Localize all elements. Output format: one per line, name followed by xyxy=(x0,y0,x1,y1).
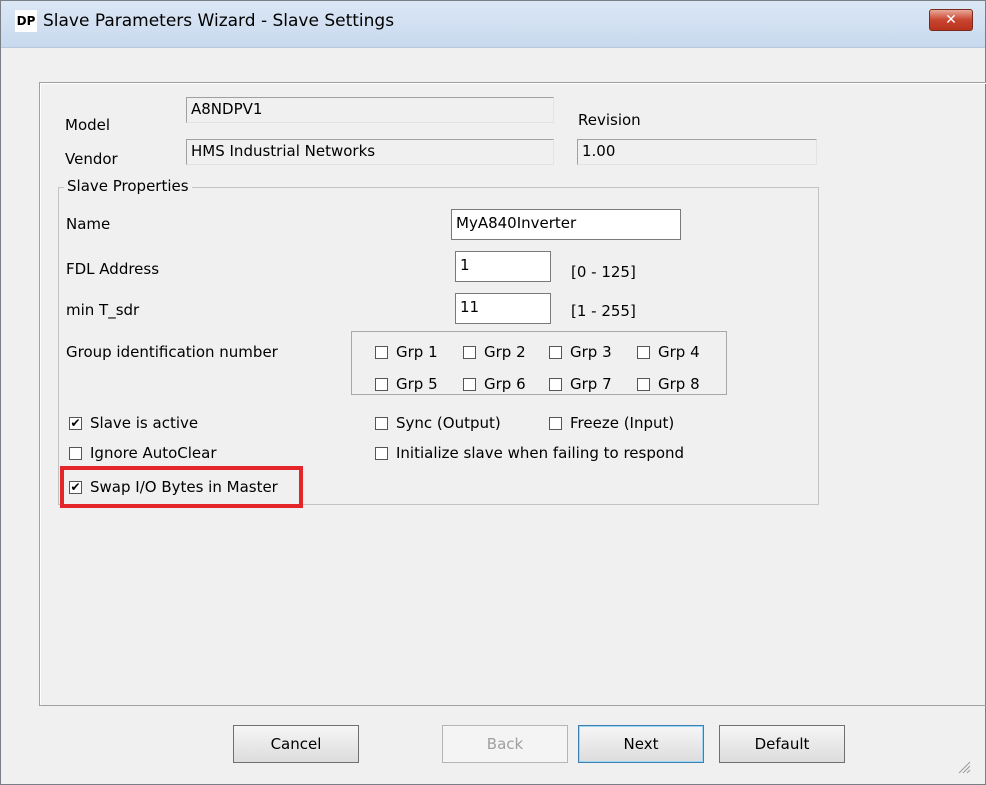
revision-field: 1.00 xyxy=(577,139,817,165)
init-slave-checkbox[interactable]: Initialize slave when failing to respond xyxy=(375,444,684,462)
fdl-address-input[interactable]: 1 xyxy=(455,251,551,282)
freeze-input-checkbox[interactable]: Freeze (Input) xyxy=(549,414,674,432)
freeze-input-box xyxy=(549,416,562,430)
group-3-box xyxy=(549,345,562,359)
wizard-window: DP Slave Parameters Wizard - Slave Setti… xyxy=(0,0,986,785)
next-button[interactable]: Next xyxy=(578,725,704,763)
ignore-autoclear-box xyxy=(69,446,82,460)
back-button[interactable]: Back xyxy=(442,725,568,763)
fdl-range-label: [0 - 125] xyxy=(571,263,636,281)
group-6-box xyxy=(463,377,476,391)
slave-active-box: ✔ xyxy=(69,415,82,430)
group-4-checkbox[interactable]: Grp 4 xyxy=(637,343,700,361)
name-input[interactable]: MyA840Inverter xyxy=(451,209,681,240)
window-title: Slave Parameters Wizard - Slave Settings xyxy=(43,11,395,31)
init-slave-box xyxy=(375,446,388,460)
group-4-box xyxy=(637,345,650,359)
min-tsdr-range-label: [1 - 255] xyxy=(571,302,636,320)
close-icon: ✕ xyxy=(945,12,957,28)
group-1-checkbox[interactable]: Grp 1 xyxy=(375,343,438,361)
group-5-checkbox[interactable]: Grp 5 xyxy=(375,375,438,393)
title-bar[interactable]: DP Slave Parameters Wizard - Slave Setti… xyxy=(1,1,985,48)
min-tsdr-input[interactable]: 11 xyxy=(455,293,551,324)
group-7-label: Grp 7 xyxy=(570,375,612,393)
revision-label: Revision xyxy=(578,111,641,129)
close-button[interactable]: ✕ xyxy=(929,9,973,31)
group-4-label: Grp 4 xyxy=(658,343,700,361)
model-field: A8NDPV1 xyxy=(186,97,554,123)
ignore-autoclear-label: Ignore AutoClear xyxy=(90,444,217,462)
group-2-box xyxy=(463,345,476,359)
min-tsdr-label: min T_sdr xyxy=(66,301,140,319)
fdl-address-label: FDL Address xyxy=(66,260,160,278)
group-5-label: Grp 5 xyxy=(396,375,438,393)
group-id-label: Group identification number xyxy=(66,343,278,361)
init-slave-label: Initialize slave when failing to respond xyxy=(396,444,685,462)
vendor-label: Vendor xyxy=(65,150,118,168)
slave-active-checkbox[interactable]: ✔ Slave is active xyxy=(69,414,198,432)
group-7-checkbox[interactable]: Grp 7 xyxy=(549,375,612,393)
model-label: Model xyxy=(65,116,111,134)
vendor-field: HMS Industrial Networks xyxy=(186,139,554,165)
group-8-label: Grp 8 xyxy=(658,375,700,393)
sync-output-box xyxy=(375,416,388,430)
freeze-input-label: Freeze (Input) xyxy=(570,414,675,432)
group-3-checkbox[interactable]: Grp 3 xyxy=(549,343,612,361)
group-7-box xyxy=(549,377,562,391)
group-8-box xyxy=(637,377,650,391)
swap-io-highlight xyxy=(60,466,303,508)
default-button[interactable]: Default xyxy=(719,725,845,763)
name-label: Name xyxy=(66,215,111,233)
slave-properties-legend: Slave Properties xyxy=(64,177,192,195)
group-3-label: Grp 3 xyxy=(570,343,612,361)
group-6-checkbox[interactable]: Grp 6 xyxy=(463,375,526,393)
group-2-checkbox[interactable]: Grp 2 xyxy=(463,343,526,361)
slave-active-label: Slave is active xyxy=(90,414,199,432)
cancel-button[interactable]: Cancel xyxy=(233,725,359,763)
dp-app-icon: DP xyxy=(15,10,37,32)
group-1-label: Grp 1 xyxy=(396,343,438,361)
group-2-label: Grp 2 xyxy=(484,343,526,361)
sync-output-label: Sync (Output) xyxy=(396,414,501,432)
group-1-box xyxy=(375,345,388,359)
ignore-autoclear-checkbox[interactable]: Ignore AutoClear xyxy=(69,444,217,462)
resize-grip-icon[interactable] xyxy=(957,760,971,774)
group-6-label: Grp 6 xyxy=(484,375,526,393)
group-8-checkbox[interactable]: Grp 8 xyxy=(637,375,700,393)
group-5-box xyxy=(375,377,388,391)
sync-output-checkbox[interactable]: Sync (Output) xyxy=(375,414,501,432)
